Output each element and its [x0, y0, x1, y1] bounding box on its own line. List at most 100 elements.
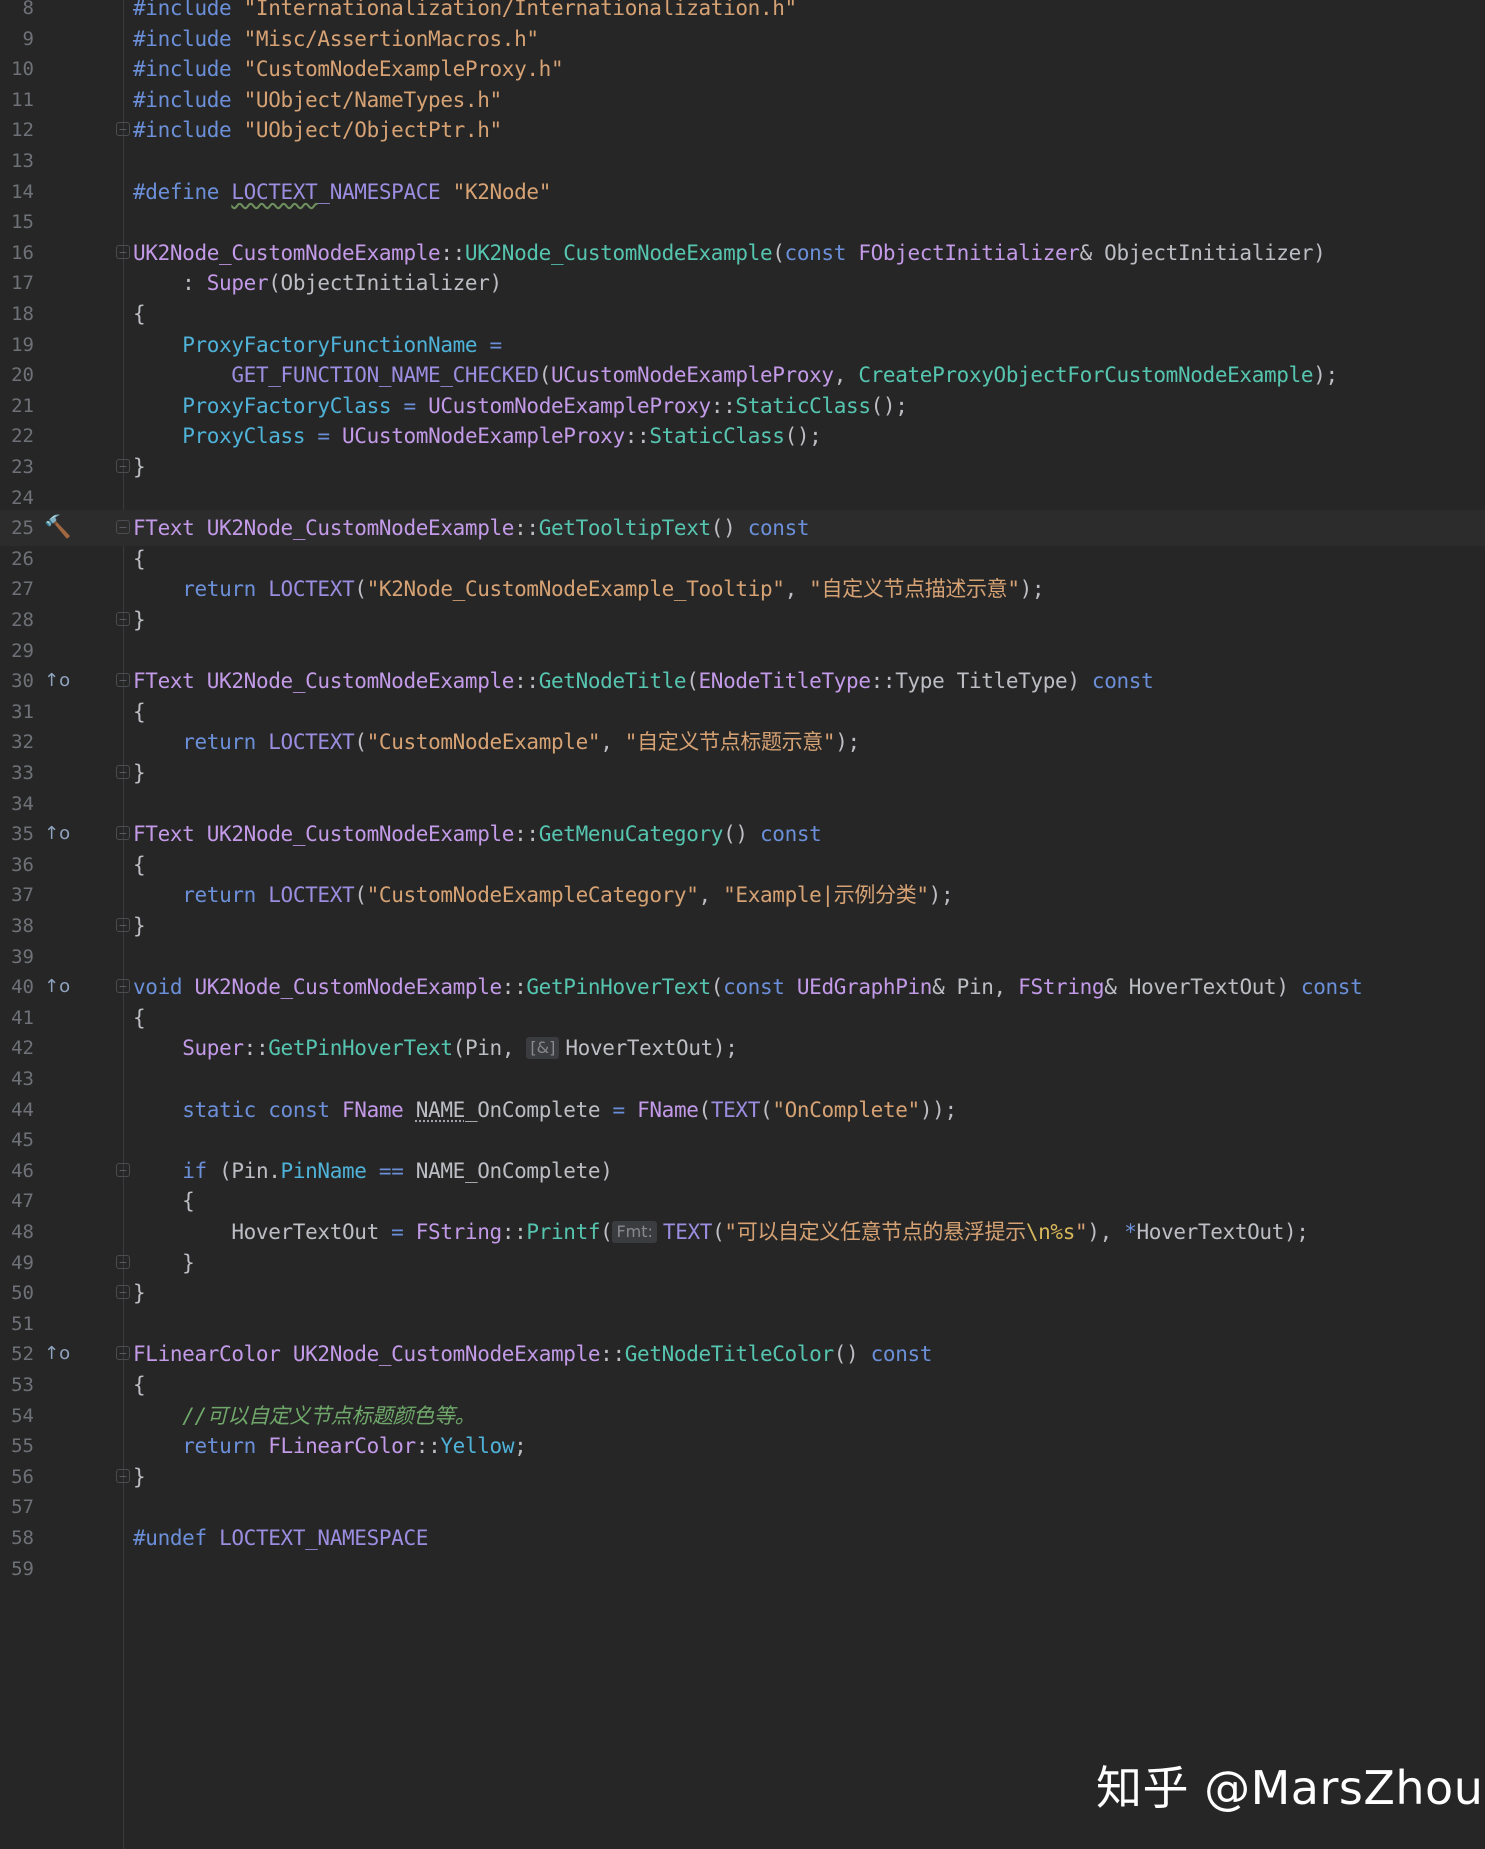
code-token: TEXT	[710, 1097, 761, 1122]
fold-toggle-icon[interactable]: −	[116, 979, 130, 994]
code-token: const	[870, 1342, 933, 1367]
code-token: (Pin.	[206, 1158, 281, 1183]
code-token: ,	[784, 577, 810, 602]
code-token: (	[686, 669, 699, 694]
code-token: #include	[133, 0, 244, 20]
code-token: ::	[501, 975, 527, 1000]
code-token: CreateProxyObjectForCustomNodeExample	[858, 363, 1314, 388]
code-token: ==	[378, 1158, 404, 1183]
override-icon[interactable]: ↑o	[44, 1342, 74, 1366]
code-token: UCustomNodeExampleProxy	[428, 393, 711, 418]
code-token: (ObjectInitializer)	[268, 271, 502, 296]
override-icon[interactable]: ↑o	[44, 669, 74, 693]
code-token: ProxyClass	[182, 424, 306, 449]
code-token: ProxyFactoryClass	[182, 393, 392, 418]
code-token: ;	[514, 1434, 527, 1459]
code-token: (	[710, 975, 724, 1000]
code-token: ,	[698, 883, 724, 908]
code-token: Super	[182, 1036, 244, 1061]
code-token: GET_FUNCTION_NAME_CHECKED	[231, 363, 539, 388]
fold-toggle-icon[interactable]: −	[116, 122, 130, 137]
code-token: {	[133, 1005, 146, 1030]
code-token: GetMenuCategory	[538, 822, 724, 847]
code-token: return	[182, 577, 269, 602]
code-token: *	[1124, 1220, 1137, 1244]
code-token: NAME_OnComplete)	[403, 1158, 613, 1183]
fold-toggle-icon[interactable]: −	[116, 459, 130, 473]
code-token: (	[600, 1220, 613, 1244]
fold-toggle-icon[interactable]: −	[116, 918, 130, 932]
fold-toggle-icon[interactable]: −	[116, 826, 130, 841]
override-icon[interactable]: ↑o	[44, 822, 74, 846]
code-token: }	[133, 1281, 146, 1306]
code-token: ::	[624, 424, 650, 449]
code-token: =	[317, 424, 330, 449]
code-token: const	[747, 516, 810, 541]
code-token: ::	[514, 516, 539, 541]
code-token: ::	[600, 1342, 625, 1367]
code-editor[interactable]: 8 #include "Internationalization/Internat…	[0, 0, 1485, 1849]
code-token: =	[612, 1097, 625, 1122]
fold-toggle-icon[interactable]: −	[116, 612, 130, 626]
code-token: "UObject/ObjectPtr.h"	[243, 118, 503, 143]
fold-toggle-icon[interactable]: −	[116, 1254, 130, 1269]
code-token: LOCTEXT	[268, 577, 355, 602]
fold-toggle-icon[interactable]: −	[116, 1346, 130, 1361]
code-token: LOCTEXT	[268, 883, 355, 908]
code-token: ()	[710, 516, 748, 541]
code-token: GetNodeTitleColor	[624, 1342, 834, 1367]
code-token: #include	[133, 118, 244, 143]
code-token: {	[133, 699, 146, 724]
code-token: Super	[206, 271, 269, 296]
fold-toggle-icon[interactable]: −	[116, 765, 130, 779]
code-line[interactable]: 59	[0, 1551, 1485, 1587]
code-token: "可以自定义任意节点的悬浮提示	[724, 1220, 1026, 1244]
code-token: "自定义节点标题示意"	[624, 730, 836, 755]
fold-toggle-icon[interactable]: −	[116, 1162, 130, 1177]
code-token: UCustomNodeExampleProxy	[342, 424, 625, 449]
code-token: if	[182, 1158, 207, 1183]
code-token: FLinearColor	[268, 1434, 416, 1459]
code-token: LOCTEXT	[268, 730, 355, 755]
line-number[interactable]: 59	[0, 1551, 34, 1587]
code-token: void	[133, 975, 195, 1000]
code-token: (	[712, 1220, 725, 1244]
fold-toggle-icon[interactable]: −	[116, 673, 130, 688]
code-token: =	[403, 393, 416, 418]
code-token: & HoverTextOut)	[1104, 975, 1301, 1000]
fold-toggle-icon[interactable]: −	[116, 520, 130, 535]
code-token: _NAMESPACE	[317, 179, 453, 204]
code-token: "Misc/AssertionMacros.h"	[243, 26, 539, 51]
override-icon[interactable]: ↑o	[44, 975, 74, 999]
watermark: 知乎 @MarsZhou	[1096, 1761, 1484, 1815]
code-token: UK2Node_CustomNodeExample	[194, 975, 502, 1000]
code-token: FString	[1018, 975, 1105, 1000]
code-token: "CustomNodeExample"	[366, 730, 601, 755]
hammer-icon[interactable]: 🔨	[44, 516, 74, 540]
fold-toggle-icon[interactable]: −	[116, 1285, 130, 1300]
code-token: GetPinHoverText	[526, 975, 711, 1000]
fold-toggle-icon[interactable]: −	[116, 244, 130, 259]
code-token: "K2Node"	[452, 179, 552, 204]
code-token: PinName	[280, 1158, 367, 1183]
code-token: ::	[440, 240, 465, 265]
code-token: TEXT	[662, 1220, 713, 1244]
parameter-hint: [&]	[526, 1037, 560, 1060]
code-token: ::	[243, 1036, 269, 1061]
code-token: ProxyFactoryFunctionName	[182, 332, 478, 357]
code-token: UEdGraphPin	[796, 975, 933, 1000]
code-token: {	[133, 546, 146, 571]
fold-toggle-icon[interactable]: −	[116, 1468, 130, 1483]
code-token: ::Type TitleType)	[870, 669, 1092, 694]
